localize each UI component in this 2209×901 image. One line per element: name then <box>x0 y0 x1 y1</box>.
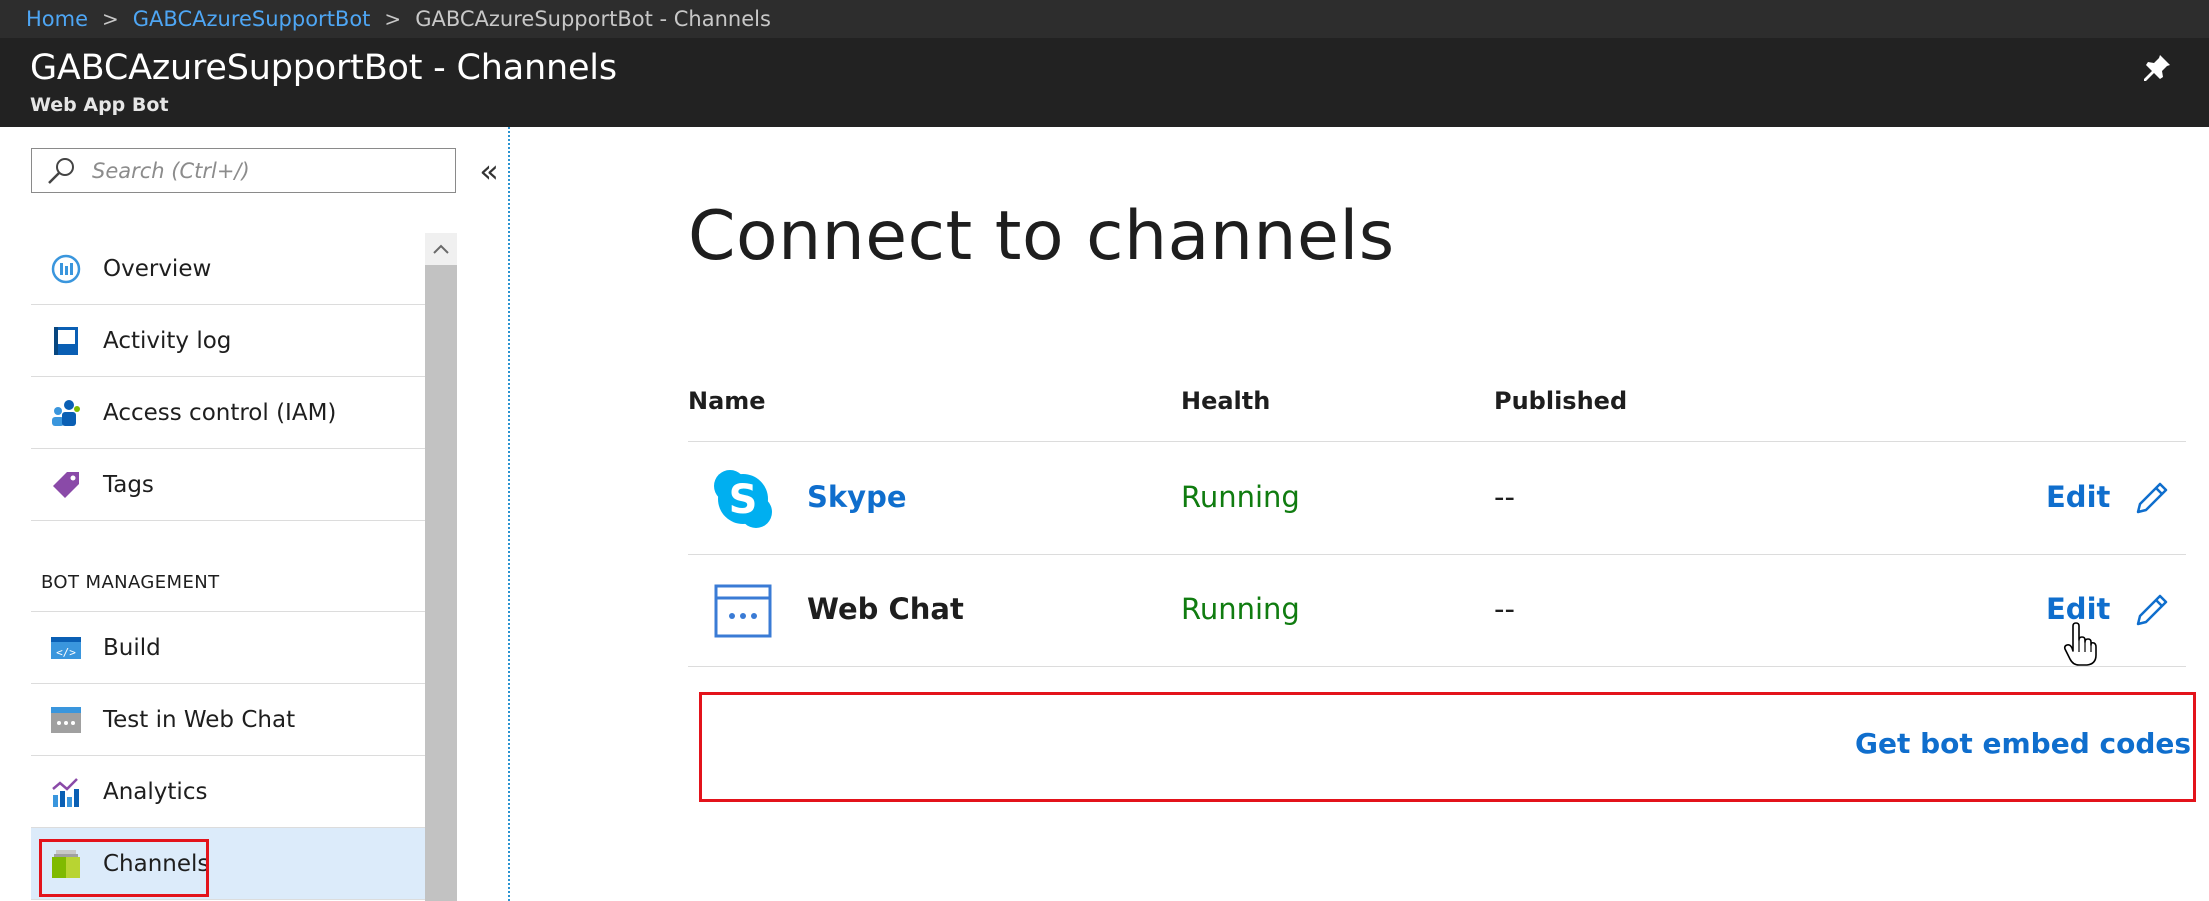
sidebar-item-label: Test in Web Chat <box>103 706 296 733</box>
scroll-up-button[interactable] <box>425 233 457 265</box>
breadcrumb-resource-link[interactable]: GABCAzureSupportBot <box>133 7 371 31</box>
table-row-skype: S Skype Running -- Edit <box>688 442 2186 554</box>
chevron-up-icon <box>433 244 449 254</box>
sidebar-item-activity-log[interactable]: Activity log <box>31 305 425 377</box>
page-subtitle: Web App Bot <box>30 94 169 116</box>
sidebar-item-label: Overview <box>103 255 212 282</box>
sidebar-item-label: Access control (IAM) <box>103 399 337 426</box>
svg-text:</>: </> <box>56 646 76 659</box>
sidebar-item-build[interactable]: </> Build <box>31 612 425 684</box>
sidebar-item-label: Channels <box>103 850 210 877</box>
table-row-web-chat: Web Chat Running -- Edit <box>688 554 2186 666</box>
sidebar-item-label: Tags <box>103 471 154 498</box>
collapse-sidebar-button[interactable]: « <box>474 151 504 191</box>
search-icon <box>48 157 74 184</box>
get-embed-codes-link[interactable]: Get bot embed codes <box>1855 727 2191 760</box>
activity-log-icon <box>54 326 78 355</box>
channels-icon <box>52 849 80 878</box>
column-header-published: Published <box>1494 387 1628 415</box>
breadcrumb: Home > GABCAzureSupportBot > GABCAzureSu… <box>0 0 2209 38</box>
edit-link[interactable]: Edit <box>2046 480 2110 514</box>
sidebar-item-tags[interactable]: Tags <box>31 449 425 521</box>
tag-icon <box>53 471 79 498</box>
search-input[interactable] <box>92 158 432 183</box>
channel-published: -- <box>1494 480 1515 514</box>
chevron-right-icon: > <box>384 7 402 31</box>
web-chat-icon <box>714 584 772 638</box>
chevron-right-icon: > <box>102 7 119 31</box>
main-heading: Connect to channels <box>688 197 1395 276</box>
pin-icon[interactable] <box>2141 52 2173 84</box>
pencil-icon[interactable] <box>2134 592 2170 628</box>
test-web-chat-icon <box>51 706 81 733</box>
sidebar-item-label: Build <box>103 634 161 661</box>
search-box <box>31 148 456 193</box>
sidebar-menu: Overview Activity log Access control (IA… <box>31 233 425 900</box>
channel-health: Running <box>1181 480 1300 514</box>
row-divider <box>688 666 2186 667</box>
channel-name: Web Chat <box>807 592 964 626</box>
overview-icon <box>51 254 81 283</box>
sidebar-item-overview[interactable]: Overview <box>31 233 425 305</box>
pencil-icon[interactable] <box>2134 480 2170 516</box>
section-bot-management: BOT MANAGEMENT <box>31 521 425 612</box>
column-header-name: Name <box>688 387 766 415</box>
sidebar: « Overview Activity log <box>0 127 508 901</box>
sidebar-item-channels[interactable]: Channels <box>31 828 425 900</box>
column-header-health: Health <box>1181 387 1271 415</box>
breadcrumb-home-link[interactable]: Home <box>26 7 88 31</box>
analytics-icon <box>52 777 79 807</box>
breadcrumb-current: GABCAzureSupportBot - Channels <box>415 7 771 31</box>
edit-link[interactable]: Edit <box>2046 592 2110 626</box>
skype-icon: S <box>714 470 772 528</box>
sidebar-scrollbar[interactable] <box>425 233 457 901</box>
content-divider <box>508 127 511 901</box>
page-title: GABCAzureSupportBot - Channels <box>30 48 617 88</box>
sidebar-item-test-web-chat[interactable]: Test in Web Chat <box>31 684 425 756</box>
sidebar-item-analytics[interactable]: Analytics <box>31 756 425 828</box>
build-icon: </> <box>51 636 81 659</box>
channel-published: -- <box>1494 592 1515 626</box>
sidebar-item-label: Activity log <box>103 327 232 354</box>
sidebar-item-access-control[interactable]: Access control (IAM) <box>31 377 425 449</box>
channel-health: Running <box>1181 592 1300 626</box>
hand-cursor-icon <box>2063 622 2097 666</box>
access-control-icon <box>52 399 80 426</box>
main-content: Connect to channels Name Health Publishe… <box>512 127 2209 901</box>
sidebar-item-label: Analytics <box>103 778 208 805</box>
blade-header: GABCAzureSupportBot - Channels Web App B… <box>0 38 2209 127</box>
svg-text:S: S <box>729 477 758 523</box>
channel-name-link[interactable]: Skype <box>807 480 907 514</box>
